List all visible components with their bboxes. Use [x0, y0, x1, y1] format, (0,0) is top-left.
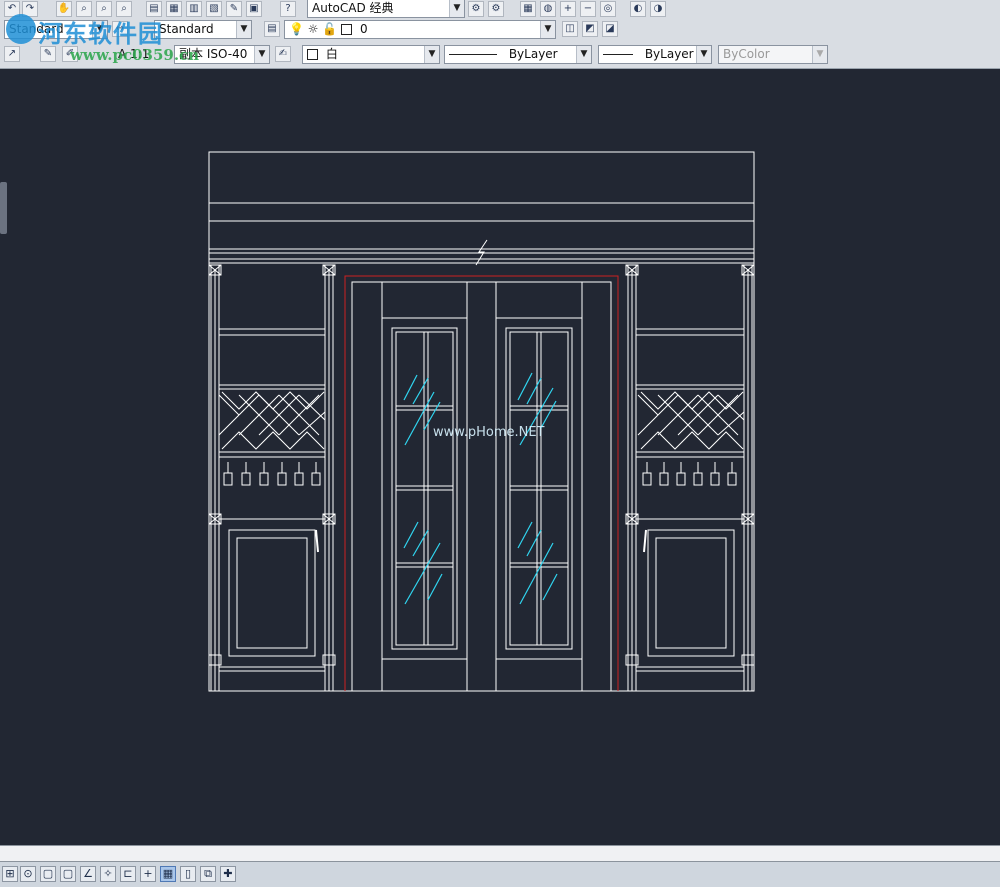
lineweight-sample [603, 54, 633, 55]
minus-icon[interactable]: − [580, 1, 596, 17]
color-swatch [307, 49, 318, 60]
layer-previous-icon[interactable]: ◫ [562, 21, 578, 37]
glass-door-left [381, 317, 468, 660]
color-value: 白 [325, 47, 338, 61]
render-icon[interactable]: ◐ [630, 1, 646, 17]
linetype-dropdown[interactable]: ByLayer ▼ [444, 45, 592, 64]
watermark-logo [6, 14, 36, 44]
wine-rack-lattice-left [218, 391, 326, 450]
chevron-down-icon[interactable]: ▼ [696, 46, 711, 63]
match-properties-icon[interactable]: ✍ [275, 46, 291, 62]
lineweight-icon[interactable]: ▦ [160, 866, 176, 882]
otrack-icon[interactable]: ✧ [100, 866, 116, 882]
linetype-value: ByLayer [508, 47, 558, 61]
layer-match-icon[interactable]: ◪ [602, 21, 618, 37]
chevron-down-icon[interactable]: ▼ [576, 46, 591, 63]
model-icon[interactable]: ✚ [220, 866, 236, 882]
osnap-icon[interactable]: ∠ [80, 866, 96, 882]
status-bar: ⊞ ⊙ ▢ ▢ ∠ ✧ ⊏ + ▦ ▯ ⧉ ✚ [0, 861, 1000, 887]
layer-on-icon: 💡 [289, 22, 304, 36]
outer-frame [208, 151, 755, 692]
lower-door-right [635, 518, 745, 668]
customize-icon[interactable]: ⚙ [488, 1, 504, 17]
visual-style-icon[interactable]: ◑ [650, 1, 666, 17]
plotstyle-value: ByColor [723, 47, 770, 61]
cabinet-elevation-drawing [208, 151, 755, 692]
tool-palettes-icon[interactable]: ▥ [186, 1, 202, 17]
dyn-icon[interactable]: + [140, 866, 156, 882]
layer-manager-icon[interactable]: ▤ [264, 21, 280, 37]
plotstyle-dropdown: ByColor ▼ [718, 45, 828, 64]
grid-icon[interactable]: ⊙ [20, 866, 36, 882]
design-center-icon[interactable]: ▦ [166, 1, 182, 17]
snap-mode-icon[interactable]: ⊞ [2, 866, 18, 882]
chevron-down-icon[interactable]: ▼ [254, 46, 269, 63]
chevron-down-icon: ▼ [812, 46, 827, 63]
wine-rack-lattice-right [637, 391, 745, 450]
polar-icon[interactable]: ▢ [60, 866, 76, 882]
lock-icon: 🔓 [322, 22, 338, 36]
help-icon[interactable]: ? [280, 1, 296, 17]
workspace-value: AutoCAD 经典 [312, 1, 394, 15]
ducs-icon[interactable]: ⊏ [120, 866, 136, 882]
dim-style-dropdown[interactable]: Standard ▼ [154, 20, 252, 39]
calculator-icon[interactable]: ▣ [246, 1, 262, 17]
vertical-scrollbar-thumb[interactable] [0, 182, 7, 234]
lineweight-value: ByLayer [644, 47, 694, 61]
layer-color-swatch [341, 24, 353, 35]
glass-reflection-hatch [403, 372, 558, 605]
drawing-watermark-text: www.pHome.NET [433, 425, 545, 440]
model-space-canvas[interactable] [0, 69, 1000, 845]
wine-glasses-left [223, 462, 321, 486]
lower-door-left [218, 518, 326, 668]
layer-dropdown[interactable]: 💡 ☼ 🔓 0 ▼ [284, 20, 556, 39]
chevron-down-icon[interactable]: ▼ [424, 46, 439, 63]
chevron-down-icon[interactable]: ▼ [449, 0, 464, 17]
chevron-down-icon[interactable]: ▼ [540, 21, 555, 38]
watermark-site-url: www.pc0359.cn [70, 46, 200, 64]
plus-icon[interactable]: + [560, 1, 576, 17]
layer-value: 0 [359, 22, 368, 36]
workspace-dropdown[interactable]: AutoCAD 经典 ▼ [307, 0, 465, 18]
linetype-sample [449, 54, 497, 55]
viewport-icon[interactable]: ▦ [520, 1, 536, 17]
markup-icon[interactable]: ✎ [226, 1, 242, 17]
color-dropdown[interactable]: 白 ▼ [302, 45, 440, 64]
ortho-icon[interactable]: ▢ [40, 866, 56, 882]
orbit-icon[interactable]: ◎ [600, 1, 616, 17]
chevron-down-icon[interactable]: ▼ [236, 21, 251, 38]
command-line[interactable] [0, 845, 1000, 862]
workspace-settings-icon[interactable]: ⚙ [468, 1, 484, 17]
sphere-icon[interactable]: ◍ [540, 1, 556, 17]
glass-door-right [495, 317, 583, 660]
sheet-set-icon[interactable]: ▧ [206, 1, 222, 17]
wine-glasses-right [642, 462, 737, 486]
selection-cycling-icon[interactable]: ⧉ [200, 866, 216, 882]
quick-properties-icon[interactable]: ▯ [180, 866, 196, 882]
dim-style-value: Standard [159, 22, 214, 36]
lineweight-dropdown[interactable]: ByLayer ▼ [598, 45, 712, 64]
layer-states-icon[interactable]: ◩ [582, 21, 598, 37]
watermark-site-name: 河东软件园 [38, 20, 163, 48]
multileader-icon[interactable]: ↗ [4, 46, 20, 62]
freeze-icon: ☼ [307, 22, 319, 36]
wall-opening-outline [344, 275, 619, 691]
